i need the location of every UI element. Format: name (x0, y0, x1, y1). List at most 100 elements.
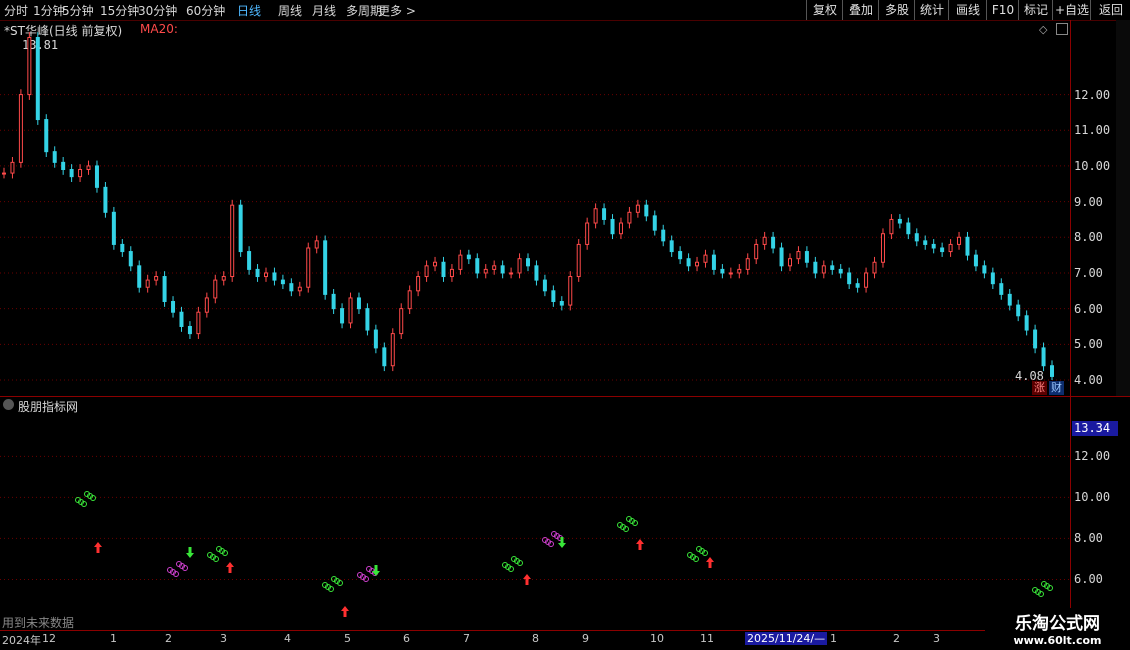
candle[interactable] (830, 265, 835, 270)
candle[interactable] (652, 215, 657, 231)
candle[interactable] (534, 265, 539, 281)
candle[interactable] (990, 272, 995, 285)
candle[interactable] (669, 240, 674, 253)
candle[interactable] (542, 279, 547, 292)
candle[interactable] (602, 208, 607, 220)
candle[interactable] (314, 240, 319, 249)
candle[interactable] (526, 258, 530, 267)
candle[interactable] (551, 290, 556, 303)
candle[interactable] (914, 233, 919, 242)
candle[interactable] (923, 240, 928, 245)
candle[interactable] (272, 272, 277, 281)
candle[interactable] (407, 290, 412, 310)
candle[interactable] (517, 258, 522, 274)
candle[interactable] (103, 186, 108, 213)
candle[interactable] (247, 251, 252, 270)
candle[interactable] (162, 276, 167, 303)
candle[interactable] (213, 279, 218, 299)
candle[interactable] (399, 308, 404, 335)
candle[interactable] (78, 169, 83, 178)
candle[interactable] (289, 283, 294, 292)
candle[interactable] (356, 297, 361, 310)
candle[interactable] (230, 204, 235, 278)
candle[interactable] (306, 247, 311, 288)
candle[interactable] (889, 218, 894, 235)
candle[interactable] (897, 218, 902, 224)
candle[interactable] (695, 261, 700, 267)
candle[interactable] (280, 279, 285, 285)
candle[interactable] (1007, 293, 1012, 306)
candle[interactable] (838, 268, 843, 274)
candle[interactable] (678, 251, 683, 260)
candle[interactable] (238, 204, 243, 253)
candle[interactable] (559, 301, 564, 306)
candle[interactable] (703, 254, 708, 263)
candle[interactable] (69, 169, 74, 178)
candle[interactable] (618, 222, 623, 235)
candle[interactable] (737, 268, 742, 274)
candle[interactable] (940, 247, 945, 253)
candle[interactable] (973, 254, 978, 267)
candle[interactable] (661, 229, 666, 242)
candle[interactable] (331, 293, 336, 310)
candle[interactable] (720, 268, 725, 274)
candle[interactable] (297, 286, 302, 292)
candle[interactable] (957, 236, 962, 245)
candle[interactable] (390, 333, 395, 367)
candle[interactable] (762, 236, 767, 245)
candle[interactable] (1041, 347, 1046, 367)
candle[interactable] (52, 151, 57, 163)
candle[interactable] (416, 276, 421, 292)
candle[interactable] (255, 268, 260, 278)
candle[interactable] (771, 236, 776, 249)
candle[interactable] (204, 297, 209, 313)
candle[interactable] (137, 265, 142, 288)
candle[interactable] (10, 161, 15, 174)
candle[interactable] (965, 236, 970, 256)
candle[interactable] (999, 283, 1004, 295)
candle[interactable] (813, 261, 818, 274)
candle[interactable] (1050, 365, 1054, 377)
candle[interactable] (340, 308, 345, 324)
candle[interactable] (128, 251, 133, 267)
candle[interactable] (348, 297, 353, 324)
candle[interactable] (86, 165, 91, 171)
candle[interactable] (872, 261, 877, 274)
candle[interactable] (433, 261, 438, 267)
candle[interactable] (61, 161, 66, 171)
candle[interactable] (500, 265, 505, 274)
candle[interactable] (880, 233, 885, 263)
candle[interactable] (94, 165, 99, 188)
candle[interactable] (221, 276, 226, 281)
candle[interactable] (483, 268, 488, 274)
candle[interactable] (441, 261, 446, 278)
candle[interactable] (906, 222, 911, 235)
candle[interactable] (635, 204, 640, 213)
candle[interactable] (686, 258, 691, 267)
candle[interactable] (728, 272, 733, 275)
candle[interactable] (593, 208, 598, 224)
candle[interactable] (864, 272, 869, 288)
candle[interactable] (644, 204, 649, 217)
candle[interactable] (35, 36, 40, 121)
candle[interactable] (855, 283, 860, 288)
candle[interactable] (449, 268, 454, 278)
candle[interactable] (264, 272, 268, 278)
candle[interactable] (754, 243, 759, 260)
candle[interactable] (44, 119, 49, 153)
candle[interactable] (179, 311, 184, 327)
candle[interactable] (788, 258, 792, 267)
candle[interactable] (931, 243, 936, 249)
candle[interactable] (847, 272, 852, 285)
candle[interactable] (627, 211, 632, 224)
candle[interactable] (382, 347, 387, 367)
candle[interactable] (745, 258, 750, 270)
candle[interactable] (154, 276, 159, 281)
candle[interactable] (585, 222, 590, 245)
candle[interactable] (804, 251, 809, 263)
candle[interactable] (492, 265, 497, 270)
candle[interactable] (196, 311, 201, 335)
candle[interactable] (466, 254, 471, 260)
candle[interactable] (610, 218, 615, 235)
candle[interactable] (821, 265, 826, 274)
